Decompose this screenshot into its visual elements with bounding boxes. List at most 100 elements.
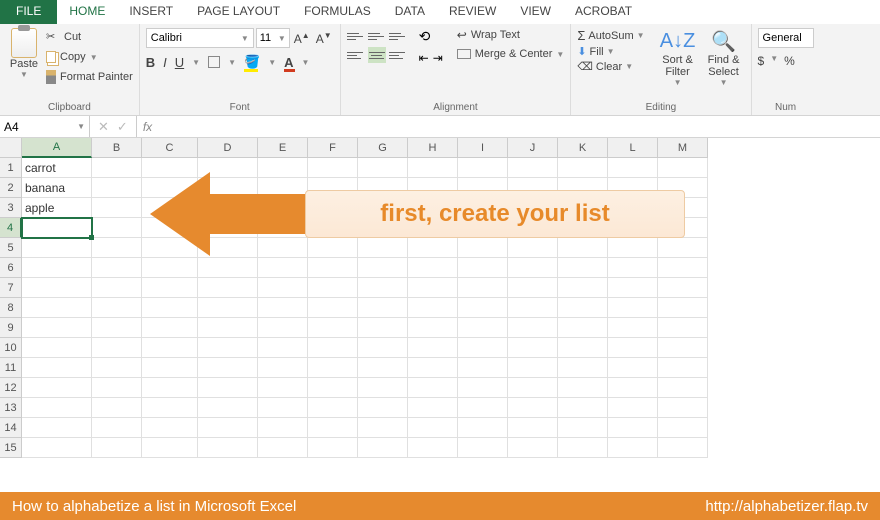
cell-M11[interactable] [658, 358, 708, 378]
cell-F13[interactable] [308, 398, 358, 418]
cell-A8[interactable] [22, 298, 92, 318]
cell-B4[interactable] [92, 218, 142, 238]
align-top-button[interactable] [347, 28, 365, 44]
merge-center-button[interactable]: Merge & Center▼ [457, 48, 565, 60]
cell-I1[interactable] [458, 158, 508, 178]
cell-H12[interactable] [408, 378, 458, 398]
cell-M12[interactable] [658, 378, 708, 398]
cut-button[interactable]: ✂Cut [46, 28, 133, 46]
cell-K12[interactable] [558, 378, 608, 398]
row-header-5[interactable]: 5 [0, 238, 22, 258]
cell-A4[interactable] [22, 218, 92, 238]
tab-home[interactable]: HOME [57, 0, 117, 24]
cell-C6[interactable] [142, 258, 198, 278]
cell-H5[interactable] [408, 238, 458, 258]
cell-I14[interactable] [458, 418, 508, 438]
cell-L10[interactable] [608, 338, 658, 358]
cell-I5[interactable] [458, 238, 508, 258]
cell-C7[interactable] [142, 278, 198, 298]
cell-B5[interactable] [92, 238, 142, 258]
cell-E12[interactable] [258, 378, 308, 398]
font-size-select[interactable]: 11▼ [256, 28, 290, 48]
cell-L7[interactable] [608, 278, 658, 298]
cell-K9[interactable] [558, 318, 608, 338]
orientation-button[interactable]: ⟲ [419, 28, 443, 45]
cell-G14[interactable] [358, 418, 408, 438]
cell-J5[interactable] [508, 238, 558, 258]
percent-button[interactable]: % [784, 54, 795, 68]
cell-I6[interactable] [458, 258, 508, 278]
cell-I13[interactable] [458, 398, 508, 418]
cell-M6[interactable] [658, 258, 708, 278]
cell-F15[interactable] [308, 438, 358, 458]
col-header-C[interactable]: C [142, 138, 198, 158]
name-box[interactable]: A4▼ [0, 116, 90, 137]
cell-C12[interactable] [142, 378, 198, 398]
bold-button[interactable]: B [146, 55, 155, 70]
cell-F12[interactable] [308, 378, 358, 398]
col-header-A[interactable]: A [22, 138, 92, 158]
tab-file[interactable]: FILE [0, 0, 57, 24]
col-header-K[interactable]: K [558, 138, 608, 158]
cell-H9[interactable] [408, 318, 458, 338]
cell-J7[interactable] [508, 278, 558, 298]
cell-I9[interactable] [458, 318, 508, 338]
col-header-J[interactable]: J [508, 138, 558, 158]
cell-F7[interactable] [308, 278, 358, 298]
currency-button[interactable]: $ [758, 54, 765, 68]
cell-K1[interactable] [558, 158, 608, 178]
cell-D10[interactable] [198, 338, 258, 358]
row-header-7[interactable]: 7 [0, 278, 22, 298]
col-header-L[interactable]: L [608, 138, 658, 158]
copy-button[interactable]: Copy▼ [46, 48, 133, 66]
font-color-button[interactable]: A [284, 55, 293, 70]
cell-H14[interactable] [408, 418, 458, 438]
cell-J8[interactable] [508, 298, 558, 318]
border-button[interactable] [208, 56, 220, 68]
cell-F11[interactable] [308, 358, 358, 378]
cell-I11[interactable] [458, 358, 508, 378]
select-all-corner[interactable] [0, 138, 22, 158]
row-header-11[interactable]: 11 [0, 358, 22, 378]
cell-I8[interactable] [458, 298, 508, 318]
cell-F14[interactable] [308, 418, 358, 438]
col-header-D[interactable]: D [198, 138, 258, 158]
cell-C14[interactable] [142, 418, 198, 438]
align-left-button[interactable] [347, 47, 365, 63]
cell-F5[interactable] [308, 238, 358, 258]
cell-C15[interactable] [142, 438, 198, 458]
cell-C9[interactable] [142, 318, 198, 338]
cell-G1[interactable] [358, 158, 408, 178]
cell-B11[interactable] [92, 358, 142, 378]
cell-A5[interactable] [22, 238, 92, 258]
cell-G9[interactable] [358, 318, 408, 338]
cell-D6[interactable] [198, 258, 258, 278]
chevron-down-icon[interactable]: ▼ [20, 70, 28, 79]
row-header-13[interactable]: 13 [0, 398, 22, 418]
row-header-3[interactable]: 3 [0, 198, 22, 218]
cell-H8[interactable] [408, 298, 458, 318]
cell-A11[interactable] [22, 358, 92, 378]
chevron-down-icon[interactable]: ▼ [556, 50, 564, 59]
cell-M1[interactable] [658, 158, 708, 178]
cell-J12[interactable] [508, 378, 558, 398]
tab-data[interactable]: DATA [383, 0, 437, 24]
cell-A9[interactable] [22, 318, 92, 338]
cell-J9[interactable] [508, 318, 558, 338]
col-header-B[interactable]: B [92, 138, 142, 158]
col-header-M[interactable]: M [658, 138, 708, 158]
tab-acrobat[interactable]: ACROBAT [563, 0, 644, 24]
formula-input[interactable] [158, 116, 880, 137]
cell-K14[interactable] [558, 418, 608, 438]
font-name-select[interactable]: Calibri▼ [146, 28, 254, 48]
row-header-15[interactable]: 15 [0, 438, 22, 458]
cell-G6[interactable] [358, 258, 408, 278]
cell-G8[interactable] [358, 298, 408, 318]
cell-C13[interactable] [142, 398, 198, 418]
cell-L12[interactable] [608, 378, 658, 398]
cell-D9[interactable] [198, 318, 258, 338]
cell-J15[interactable] [508, 438, 558, 458]
cell-L15[interactable] [608, 438, 658, 458]
cell-B10[interactable] [92, 338, 142, 358]
cell-H1[interactable] [408, 158, 458, 178]
